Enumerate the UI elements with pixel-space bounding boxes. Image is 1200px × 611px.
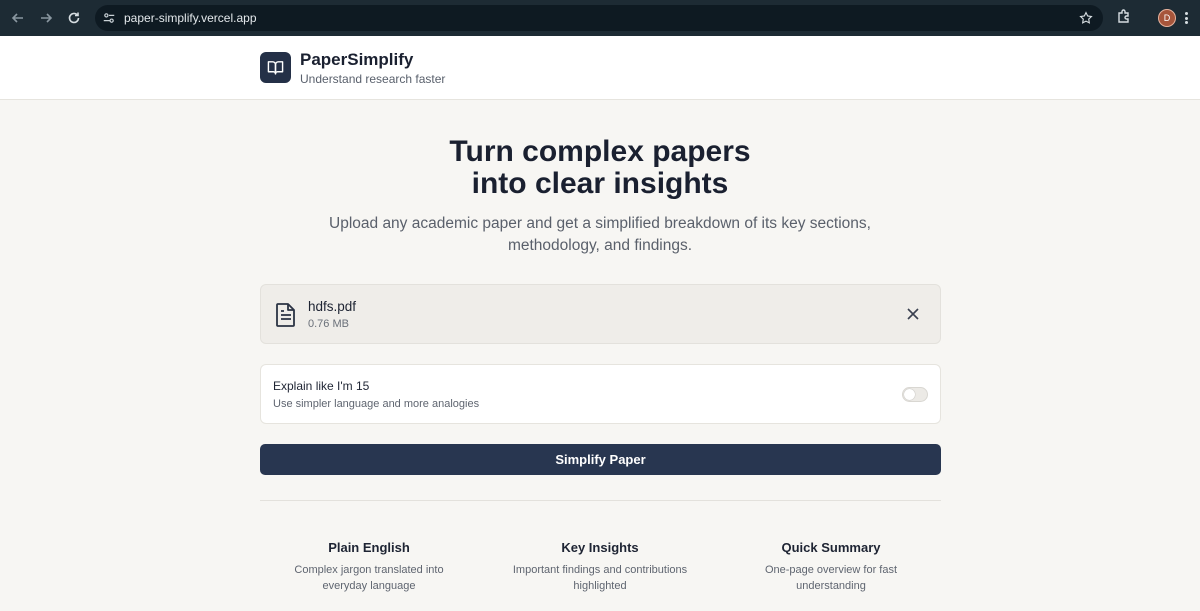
feature-title: Key Insights: [561, 540, 639, 555]
option-description: Use simpler language and more analogies: [273, 398, 480, 410]
reload-icon[interactable]: [63, 7, 85, 29]
feature-description: Complex jargon translated into everyday …: [259, 562, 479, 594]
hero-subtitle: Upload any academic paper and get a simp…: [320, 213, 880, 257]
feature-description: One-page overview for fast understanding: [721, 562, 941, 594]
explain-like-15-option: Explain like I'm 15 Use simpler language…: [260, 364, 941, 424]
brand-tagline: Understand research faster: [300, 72, 446, 86]
feature-description: Important findings and contributions hig…: [490, 562, 710, 594]
section-divider: [260, 500, 941, 501]
app-header: PaperSimplify Understand research faster: [0, 36, 1200, 100]
toggle-knob: [904, 389, 915, 400]
feature-key-insights: Key Insights Important findings and cont…: [490, 540, 710, 594]
hero-subtitle-line: Upload any academic paper and get a simp…: [329, 215, 871, 232]
feature-description-line: understanding: [796, 580, 866, 592]
browser-toolbar: paper-simplify.vercel.app D: [0, 0, 1200, 36]
brand-name: PaperSimplify: [300, 50, 414, 69]
back-arrow-icon[interactable]: [7, 7, 29, 29]
file-name: hdfs.pdf: [308, 299, 357, 314]
site-settings-icon[interactable]: [101, 10, 117, 26]
forward-arrow-icon[interactable]: [35, 7, 57, 29]
hero-title: Turn complex papers into clear insights: [300, 136, 900, 200]
extensions-puzzle-icon[interactable]: [1116, 8, 1134, 26]
browser-menu-icon[interactable]: [1183, 9, 1189, 27]
feature-description-line: highlighted: [573, 580, 627, 592]
bookmark-star-icon[interactable]: [1077, 9, 1095, 27]
feature-title: Plain English: [328, 540, 410, 555]
book-open-icon: [260, 52, 291, 83]
feature-description-line: One-page overview for fast: [764, 564, 898, 576]
feature-plain-english: Plain English Complex jargon translated …: [259, 540, 479, 594]
feature-description-line: Important findings and contributions: [512, 564, 688, 576]
feature-quick-summary: Quick Summary One-page overview for fast…: [721, 540, 941, 594]
hero-title-line: Turn complex papers: [449, 135, 751, 168]
hero-title-line: into clear insights: [471, 167, 729, 200]
feature-description-line: everyday language: [322, 580, 416, 592]
close-icon[interactable]: [906, 307, 920, 321]
file-size: 0.76 MB: [308, 318, 349, 330]
hero-subtitle-line: methodology, and findings.: [507, 237, 693, 254]
address-bar[interactable]: paper-simplify.vercel.app: [95, 5, 1103, 31]
url-text[interactable]: paper-simplify.vercel.app: [124, 11, 257, 25]
feature-title: Quick Summary: [781, 540, 881, 555]
feature-description-line: Complex jargon translated into: [294, 564, 444, 576]
simplify-paper-button[interactable]: Simplify Paper: [260, 444, 941, 475]
explain-like-15-toggle[interactable]: [902, 387, 928, 402]
option-title: Explain like I'm 15: [273, 379, 370, 393]
uploaded-file-card: hdfs.pdf 0.76 MB: [260, 284, 941, 344]
profile-avatar[interactable]: D: [1158, 9, 1176, 27]
file-text-icon: [275, 302, 297, 328]
